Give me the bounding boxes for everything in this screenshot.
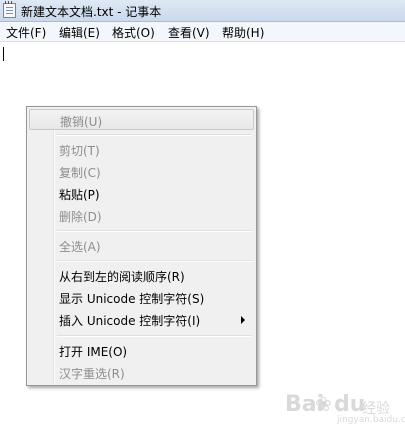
menu-item-label: 全选(A) — [59, 240, 101, 254]
menu-item-label: 撤销(U) — [60, 115, 103, 129]
notepad-icon — [3, 1, 16, 18]
menu-item-undo[interactable]: 撤销(U) — [29, 109, 254, 130]
menu-item-copy[interactable]: 复制(C) — [29, 161, 254, 182]
menu-item-label: 插入 Unicode 控制字符(I) — [59, 314, 201, 328]
menu-item-open-ime[interactable]: 打开 IME(O) — [29, 340, 254, 361]
menu-item-insert-unicode-control[interactable]: 插入 Unicode 控制字符(I) — [29, 309, 254, 330]
menu-item-label: 剪切(T) — [59, 144, 100, 158]
menu-bar: 文件(F) 编辑(E) 格式(O) 查看(V) 帮助(H) — [0, 22, 405, 42]
menu-item-label: 显示 Unicode 控制字符(S) — [59, 292, 205, 306]
menu-separator — [57, 230, 252, 232]
watermark-url: jingyan.baidu.com — [337, 415, 405, 425]
window-title: 新建文本文档.txt - 记事本 — [21, 5, 162, 19]
menu-item-label: 从右到左的阅读顺序(R) — [59, 270, 185, 284]
menu-item-show-unicode-control[interactable]: 显示 Unicode 控制字符(S) — [29, 287, 254, 308]
menu-item-label: 粘贴(P) — [59, 188, 100, 202]
menu-item-label: 汉字重选(R) — [59, 367, 125, 381]
menu-view[interactable]: 查看(V) — [168, 24, 210, 41]
menu-item-label: 复制(C) — [59, 166, 101, 180]
menu-separator — [57, 134, 252, 136]
title-bar[interactable]: 新建文本文档.txt - 记事本 — [0, 0, 405, 22]
menu-item-select-all[interactable]: 全选(A) — [29, 235, 254, 256]
menu-separator — [57, 335, 252, 337]
menu-item-reconversion[interactable]: 汉字重选(R) — [29, 362, 254, 383]
menu-item-label: 打开 IME(O) — [59, 345, 128, 359]
menu-edit[interactable]: 编辑(E) — [59, 24, 100, 41]
menu-item-delete[interactable]: 删除(D) — [29, 205, 254, 226]
menu-file[interactable]: 文件(F) — [6, 24, 46, 41]
context-menu: 撤销(U) 剪切(T) 复制(C) 粘贴(P) 删除(D) 全选(A) 从右到左… — [26, 106, 257, 386]
menu-item-paste[interactable]: 粘贴(P) — [29, 183, 254, 204]
submenu-arrow-icon — [241, 316, 245, 324]
menu-help[interactable]: 帮助(H) — [222, 24, 264, 41]
text-caret — [3, 47, 4, 61]
menu-item-cut[interactable]: 剪切(T) — [29, 139, 254, 160]
menu-item-rtl-reading-order[interactable]: 从右到左的阅读顺序(R) — [29, 265, 254, 286]
menu-item-label: 删除(D) — [59, 210, 102, 224]
menu-separator — [57, 260, 252, 262]
paw-logo-icon: ❀ — [315, 392, 332, 416]
watermark-brand-suffix: du — [334, 392, 366, 417]
menu-format[interactable]: 格式(O) — [112, 24, 155, 41]
